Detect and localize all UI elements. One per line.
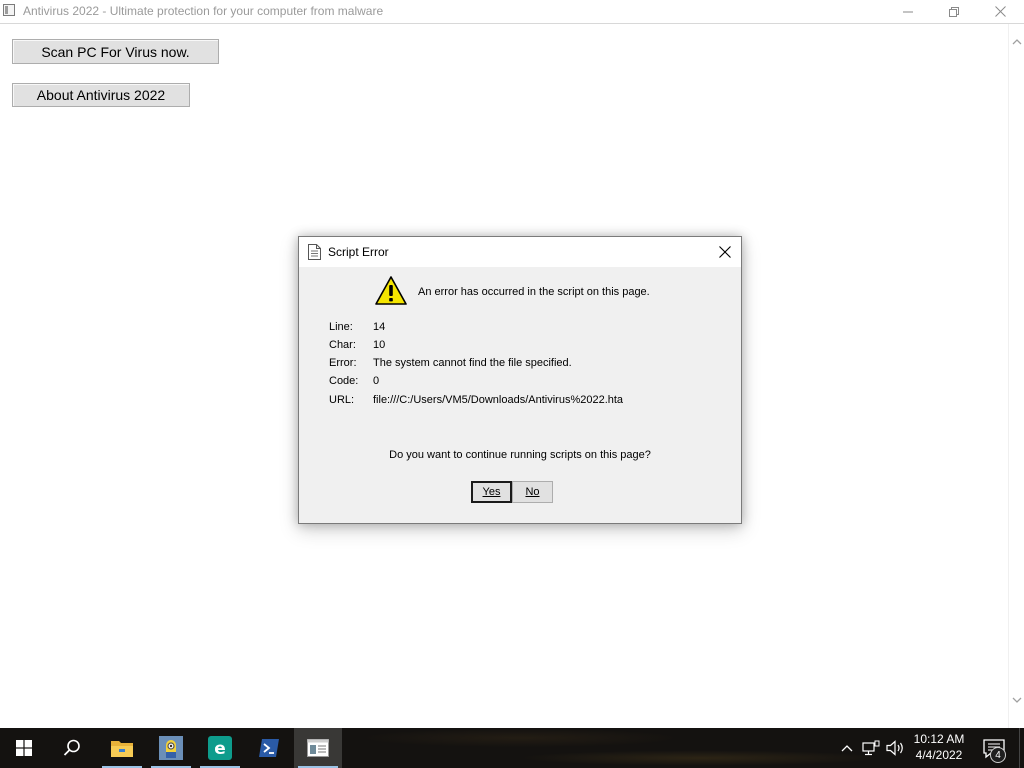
taskbar-file-explorer[interactable] [98,728,146,768]
edge-icon: e [208,736,232,760]
char-label: Char: [329,339,356,351]
taskbar-powershell[interactable] [245,728,293,768]
warning-icon [375,276,407,305]
hta-app-icon [307,739,329,757]
scroll-up-icon [1012,39,1022,45]
char-value: 10 [373,339,386,351]
taskbar-minion-app[interactable] [147,728,195,768]
search-icon [63,739,80,756]
scroll-down-icon [1012,697,1022,703]
dialog-titlebar[interactable]: Script Error [299,237,741,267]
taskbar-search-button[interactable] [48,728,96,768]
minion-app-icon [159,736,183,760]
error-message: An error has occurred in the script on t… [418,286,650,298]
dialog-title: Script Error [328,245,389,259]
taskbar-antivirus-hta[interactable] [294,728,342,768]
show-desktop-button[interactable] [1019,728,1024,768]
dialog-close-button[interactable] [713,242,737,262]
volume-icon [886,740,903,756]
line-value: 14 [373,321,386,333]
code-value: 0 [373,375,380,387]
minimize-button[interactable] [885,0,931,23]
restore-icon [949,6,959,17]
error-value: The system cannot find the file specifie… [373,357,572,369]
window-titlebar[interactable]: Antivirus 2022 - Ultimate protection for… [0,0,1024,24]
svg-text:e: e [214,739,226,759]
clock-time: 10:12 AM [913,732,965,746]
clock-date: 4/4/2022 [915,748,963,762]
powershell-icon [259,739,279,757]
close-icon [719,246,731,258]
volume-tray-button[interactable] [886,740,906,756]
vertical-scrollbar[interactable] [1008,24,1024,728]
document-icon [308,244,321,260]
script-error-dialog: Script Error An error has occurred in th… [298,236,742,524]
show-hidden-icons-button[interactable] [839,740,855,756]
no-button[interactable]: No [512,481,553,503]
minimize-icon [903,11,913,12]
close-button[interactable] [977,0,1023,23]
continue-question: Do you want to continue running scripts … [389,449,651,461]
file-explorer-icon [111,741,133,757]
network-tray-button[interactable] [862,740,880,756]
hta-app-icon [3,4,15,16]
close-icon [994,6,1006,17]
line-label: Line: [329,321,353,333]
start-icon [16,740,32,756]
window-title: Antivirus 2022 - Ultimate protection for… [23,4,384,18]
yes-button[interactable]: Yes [471,481,512,503]
about-antivirus-button[interactable]: About Antivirus 2022 [12,83,190,107]
error-label: Error: [329,357,357,369]
url-value: file:///C:/Users/VM5/Downloads/Antivirus… [373,394,624,406]
taskbar-edge[interactable]: e [196,728,244,768]
chevron-up-icon [841,745,853,752]
scan-pc-button[interactable]: Scan PC For Virus now. [12,39,219,64]
restore-button[interactable] [931,0,977,23]
network-icon [862,740,880,756]
code-label: Code: [329,375,359,387]
url-label: URL: [329,394,355,406]
notification-count-badge: 4 [990,747,1006,763]
start-button[interactable] [0,728,48,768]
taskbar-clock[interactable]: 10:12 AM 4/4/2022 [906,731,972,763]
